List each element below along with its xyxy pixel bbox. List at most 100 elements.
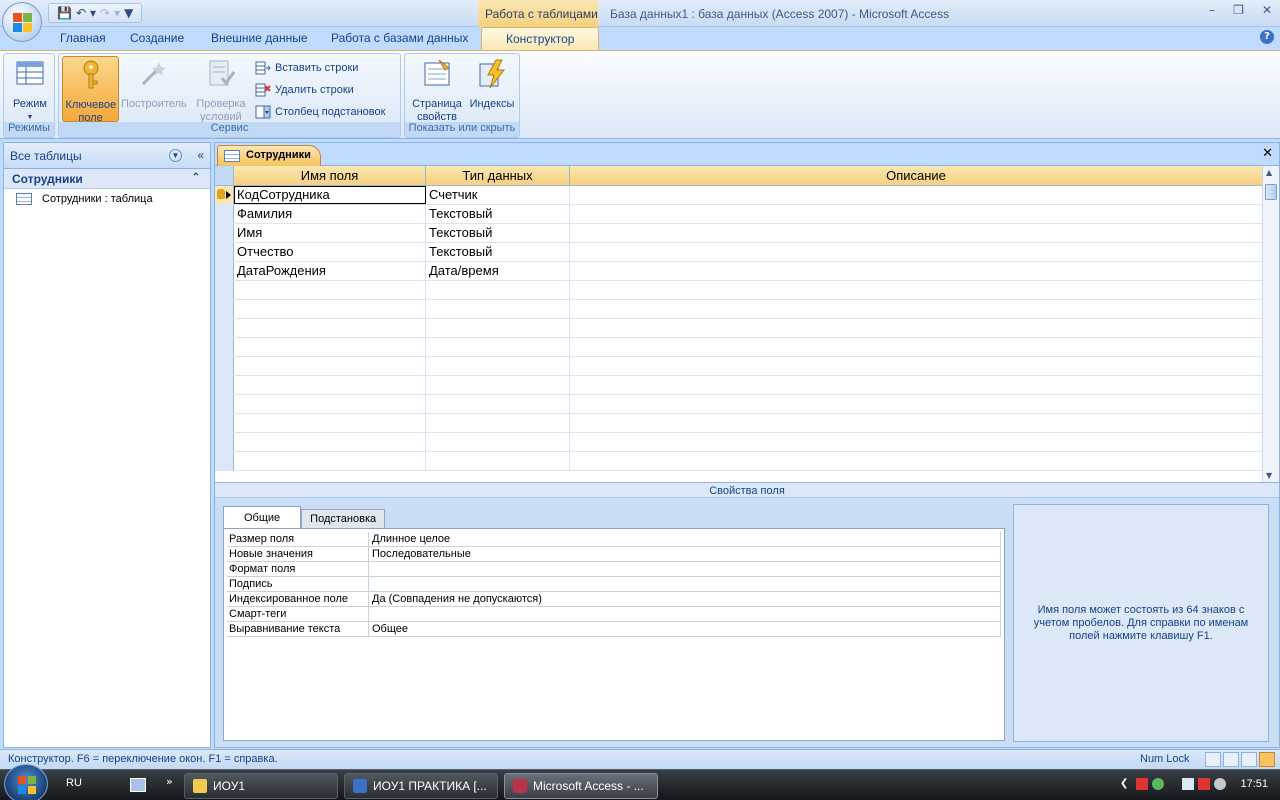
data-type-cell[interactable] <box>426 338 570 356</box>
field-name-cell[interactable] <box>234 319 426 337</box>
nav-group-employees[interactable]: Сотрудники ⌃ <box>4 169 210 189</box>
nav-pane-header[interactable]: Все таблицы ▼ « <box>4 143 210 169</box>
row-selector[interactable] <box>215 224 234 242</box>
network-icon[interactable] <box>1136 778 1148 790</box>
scroll-up-icon[interactable]: ▲ <box>1266 168 1272 177</box>
description-cell[interactable] <box>570 433 1263 451</box>
property-sheet-button[interactable]: Страница свойств <box>408 56 466 123</box>
field-name-cell[interactable] <box>234 452 426 470</box>
scroll-thumb[interactable] <box>1265 184 1277 200</box>
data-type-cell[interactable] <box>426 376 570 394</box>
description-cell[interactable] <box>570 414 1263 432</box>
builder-button[interactable]: Построитель <box>121 56 187 122</box>
redo-icon[interactable]: ↷ <box>100 6 110 20</box>
field-name-cell[interactable] <box>234 357 426 375</box>
undo-dropdown-icon[interactable]: ▾ <box>90 6 96 20</box>
field-name-cell[interactable] <box>234 376 426 394</box>
close-icon[interactable]: ✕ <box>1262 3 1272 17</box>
tab-design[interactable]: Конструктор <box>481 27 600 51</box>
empty-table-row[interactable] <box>215 300 1263 319</box>
description-cell[interactable] <box>570 338 1263 356</box>
property-row[interactable]: Размер поля Длинное целое <box>227 532 1001 547</box>
test-validation-button[interactable]: Проверка условий <box>193 56 249 123</box>
property-value[interactable] <box>369 577 1001 591</box>
table-row[interactable]: Фамилия Текстовый <box>215 205 1263 224</box>
empty-table-row[interactable] <box>215 452 1263 471</box>
datasheet-view-icon[interactable] <box>1205 752 1221 767</box>
select-all-corner[interactable] <box>215 166 234 185</box>
property-row[interactable]: Подпись <box>227 577 1001 592</box>
taskbar-item-access[interactable]: Microsoft Access - ... <box>504 773 658 799</box>
row-selector[interactable] <box>215 262 234 280</box>
data-type-cell[interactable] <box>426 433 570 451</box>
description-cell[interactable] <box>570 281 1263 299</box>
office-button[interactable] <box>2 2 42 42</box>
design-view-icon[interactable] <box>1259 752 1275 767</box>
pivot-table-view-icon[interactable] <box>1223 752 1239 767</box>
tab-lookup[interactable]: Подстановка <box>301 509 386 529</box>
field-name-cell[interactable]: Отчество <box>234 243 426 261</box>
document-tab-employees[interactable]: Сотрудники <box>217 145 321 166</box>
field-name-cell[interactable]: КодСотрудника <box>234 186 426 204</box>
field-name-cell[interactable]: ДатаРождения <box>234 262 426 280</box>
restore-icon[interactable]: ❐ <box>1233 3 1244 17</box>
tab-home[interactable]: Главная <box>60 31 106 45</box>
tab-create[interactable]: Создание <box>130 31 184 45</box>
property-row[interactable]: Формат поля <box>227 562 1001 577</box>
data-type-cell[interactable]: Дата/время <box>426 262 570 280</box>
taskbar-item-folder[interactable]: ИОУ1 <box>184 773 338 799</box>
shutter-bar-close-icon[interactable]: « <box>197 148 204 162</box>
volume-icon[interactable] <box>1214 778 1226 790</box>
language-indicator[interactable]: RU <box>66 777 82 789</box>
field-name-cell[interactable] <box>234 395 426 413</box>
property-value[interactable] <box>369 562 1001 576</box>
indexes-button[interactable]: Индексы <box>467 56 517 122</box>
data-type-cell[interactable] <box>426 300 570 318</box>
clock[interactable]: 17:51 <box>1240 778 1268 790</box>
delete-rows-button[interactable]: Удалить строки <box>255 80 354 100</box>
description-cell[interactable] <box>570 205 1263 223</box>
start-button[interactable] <box>4 764 48 800</box>
description-cell[interactable] <box>570 376 1263 394</box>
row-selector[interactable] <box>215 376 234 394</box>
battery-icon[interactable] <box>1182 778 1194 790</box>
help-icon[interactable]: ? <box>1260 30 1274 44</box>
row-selector[interactable] <box>215 357 234 375</box>
redo-dropdown-icon[interactable]: ▾ <box>114 6 120 20</box>
table-row[interactable]: КодСотрудника Счетчик <box>215 186 1263 205</box>
description-cell[interactable] <box>570 224 1263 242</box>
field-name-cell[interactable] <box>234 281 426 299</box>
pivot-chart-view-icon[interactable] <box>1241 752 1257 767</box>
taskbar-item-word[interactable]: ИОУ1 ПРАКТИКА [... <box>344 773 498 799</box>
description-cell[interactable] <box>570 243 1263 261</box>
table-row[interactable]: ДатаРождения Дата/время <box>215 262 1263 281</box>
row-selector[interactable] <box>215 395 234 413</box>
empty-table-row[interactable] <box>215 395 1263 414</box>
device-icon[interactable] <box>1198 778 1210 790</box>
field-name-cell[interactable] <box>234 300 426 318</box>
data-type-cell[interactable] <box>426 452 570 470</box>
insert-rows-button[interactable]: Вставить строки <box>255 58 358 78</box>
close-document-icon[interactable]: ✕ <box>1262 146 1273 161</box>
row-selector[interactable] <box>215 281 234 299</box>
save-icon[interactable]: 💾 <box>57 6 72 20</box>
field-name-cell[interactable] <box>234 338 426 356</box>
tray-expand-icon[interactable]: ❮ <box>1120 778 1132 790</box>
property-value[interactable]: Длинное целое <box>369 532 1001 546</box>
view-button[interactable]: Режим ▼ <box>6 56 54 122</box>
tab-general[interactable]: Общие <box>223 506 302 529</box>
field-name-cell[interactable]: Фамилия <box>234 205 426 223</box>
empty-table-row[interactable] <box>215 414 1263 433</box>
row-selector[interactable] <box>215 300 234 318</box>
row-selector[interactable] <box>215 186 234 204</box>
property-row[interactable]: Выравнивание текста Общее <box>227 622 1001 637</box>
description-cell[interactable] <box>570 357 1263 375</box>
property-row[interactable]: Новые значения Последовательные <box>227 547 1001 562</box>
row-selector[interactable] <box>215 205 234 223</box>
collapse-group-icon[interactable]: ⌃ <box>192 172 200 183</box>
empty-table-row[interactable] <box>215 376 1263 395</box>
data-type-cell[interactable] <box>426 281 570 299</box>
tab-external-data[interactable]: Внешние данные <box>211 31 308 45</box>
data-type-cell[interactable] <box>426 357 570 375</box>
description-cell[interactable] <box>570 319 1263 337</box>
